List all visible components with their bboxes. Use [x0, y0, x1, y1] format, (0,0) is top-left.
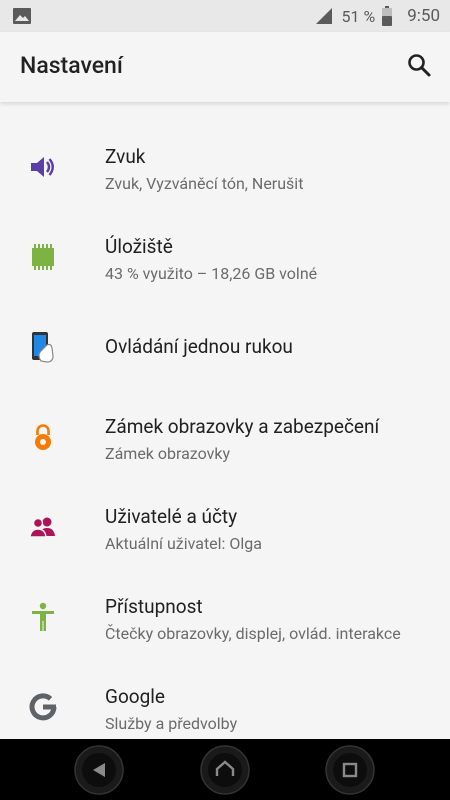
- item-title: Úložiště: [105, 235, 173, 258]
- volume-icon: [31, 157, 54, 177]
- settings-list: Zvuk Zvuk, Vyzváněcí tón, Nerušit Úložiš…: [0, 122, 450, 752]
- storage-chip-icon: [32, 244, 54, 270]
- accessibility-icon: [32, 602, 54, 631]
- navigation-bar: [0, 739, 450, 800]
- google-icon: [29, 693, 57, 721]
- item-title: Google: [105, 685, 165, 708]
- item-title: Ovládání jednou rukou: [105, 335, 293, 358]
- item-title: Uživatelé a účty: [105, 505, 238, 528]
- back-triangle-icon[interactable]: [73, 744, 125, 796]
- page-title: Nastavení: [20, 52, 123, 79]
- search-icon[interactable]: [406, 52, 432, 78]
- item-subtitle: Zvuk, Vyzváněcí tón, Nerušit: [105, 174, 304, 193]
- item-title: Zvuk: [105, 145, 146, 168]
- item-subtitle: Zámek obrazovky: [105, 444, 231, 463]
- image-notification-icon: [13, 8, 31, 24]
- item-subtitle: Služby a předvolby: [105, 714, 238, 733]
- item-title: Zámek obrazovky a zabezpečení: [105, 415, 380, 438]
- settings-item-sound[interactable]: Zvuk Zvuk, Vyzváněcí tón, Nerušit: [0, 122, 450, 212]
- one-hand-phone-icon: [32, 332, 54, 363]
- item-subtitle: Aktuální uživatel: Olga: [105, 534, 262, 553]
- home-icon[interactable]: [199, 744, 251, 796]
- users-icon: [29, 517, 55, 538]
- settings-item-storage[interactable]: Úložiště 43 % využito – 18,26 GB volné: [0, 212, 450, 302]
- signal-no-data-icon: [313, 7, 332, 24]
- clock: 9:50: [407, 6, 440, 26]
- item-title: Přístupnost: [105, 595, 203, 618]
- battery-percent: 51 %: [341, 6, 376, 26]
- recents-square-icon[interactable]: [324, 744, 376, 796]
- settings-item-users[interactable]: Uživatelé a účty Aktuální uživatel: Olga: [0, 482, 450, 572]
- lock-icon: [35, 424, 51, 450]
- settings-item-accessibility[interactable]: Přístupnost Čtečky obrazovky, displej, o…: [0, 572, 450, 662]
- app-bar: Nastavení: [0, 32, 450, 102]
- status-bar: 51 % 9:50: [0, 0, 450, 32]
- settings-item-screen-lock[interactable]: Zámek obrazovky a zabezpečení Zámek obra…: [0, 392, 450, 482]
- settings-item-one-hand[interactable]: Ovládání jednou rukou: [0, 302, 450, 392]
- item-subtitle: 43 % využito – 18,26 GB volné: [105, 264, 318, 283]
- battery-icon: [382, 6, 393, 26]
- item-subtitle: Čtečky obrazovky, displej, ovlád. intera…: [105, 624, 401, 643]
